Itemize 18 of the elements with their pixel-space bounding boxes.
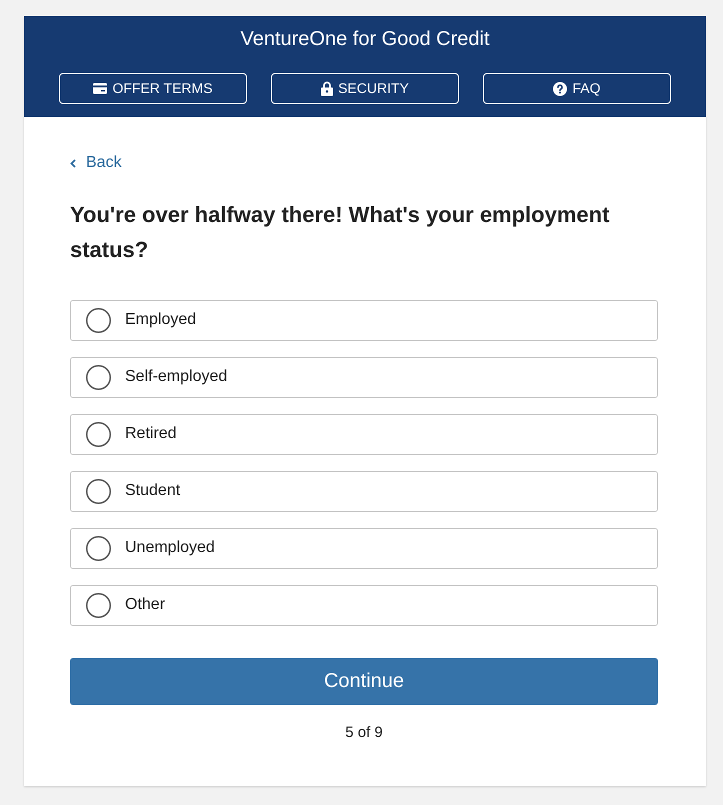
header-button[interactable]: FAQ — [483, 73, 671, 104]
radio-option[interactable]: Employed — [70, 300, 658, 340]
continue-button[interactable]: Continue — [70, 658, 658, 704]
radio-option[interactable]: Self-employed — [70, 356, 658, 398]
header-title: VentureOne for Good Credit — [239, 27, 491, 51]
radio-option[interactable]: Retired — [70, 414, 658, 454]
question-heading: You're over halfway there! What's your employment status? — [70, 200, 610, 264]
radio-option[interactable]: Student — [70, 470, 658, 512]
back-link[interactable]: Back — [70, 151, 122, 175]
radio-option[interactable]: Unemployed — [70, 528, 658, 568]
help-icon — [553, 82, 568, 96]
header-button[interactable]: SECURITY — [271, 73, 459, 104]
credit-card-icon — [93, 83, 108, 94]
header-button[interactable]: OFFER TERMS — [59, 73, 247, 104]
progress-text: 5 of 9 — [344, 722, 384, 742]
chevron-left-icon — [70, 158, 76, 168]
lock-icon — [321, 81, 334, 96]
radio-option[interactable]: Other — [70, 584, 658, 626]
